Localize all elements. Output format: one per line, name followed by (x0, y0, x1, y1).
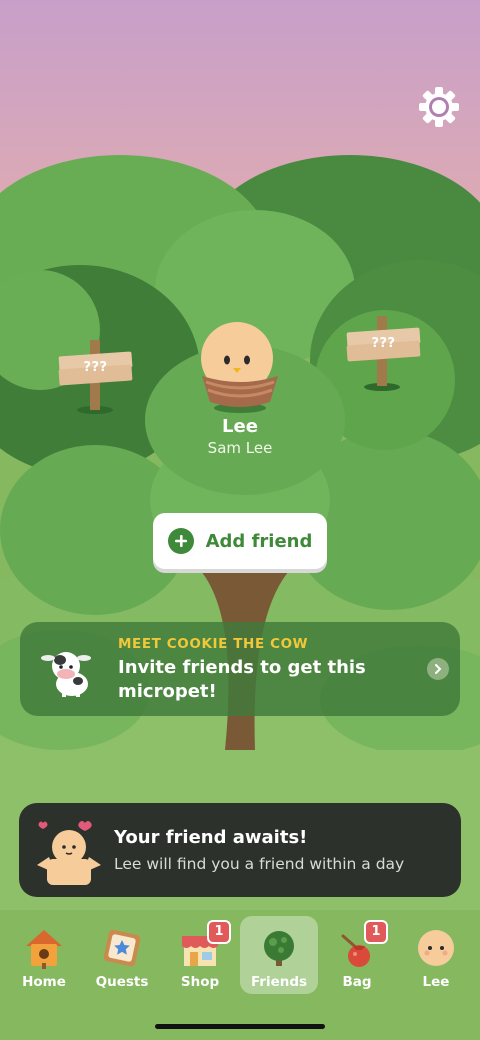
pet-face-icon (418, 930, 454, 966)
add-friend-label: Add friend (205, 530, 313, 552)
friend-awaits-banner: Your friend awaits! Lee will find you a … (19, 803, 461, 897)
invite-friends-banner[interactable]: MEET COOKIE THE COW Invite friends to ge… (20, 622, 460, 716)
tab-bag[interactable]: 1 Bag (318, 916, 396, 994)
shop-badge: 1 (207, 920, 231, 944)
tab-label: Bag (342, 974, 372, 990)
tab-home[interactable]: Home (5, 916, 83, 994)
tab-label: Friends (250, 974, 308, 990)
quest-map-icon (103, 929, 141, 967)
plus-icon (167, 528, 194, 554)
tree-icon (264, 931, 294, 966)
tab-profile[interactable]: Lee (397, 916, 475, 994)
chevron-right-icon[interactable] (427, 658, 449, 680)
tab-label: Quests (95, 974, 149, 990)
sign-text: ??? (83, 360, 108, 375)
bottom-tab-bar: Home Quests 1 Shop Friends 1 Bag Lee (0, 910, 480, 1040)
invite-kicker: MEET COOKIE THE COW (118, 636, 309, 652)
sign-text: ??? (371, 336, 396, 351)
invite-title: Invite friends to get this micropet! (118, 657, 366, 702)
tab-friends[interactable]: Friends (240, 916, 318, 994)
await-title: Your friend awaits! (114, 827, 308, 848)
mystery-sign-right: ??? (347, 332, 420, 358)
pet-in-nest[interactable] (196, 322, 284, 418)
cow-icon (41, 652, 91, 697)
tab-shop[interactable]: 1 Shop (161, 916, 239, 994)
add-friend-button[interactable]: Add friend (153, 513, 327, 569)
home-indicator[interactable] (155, 1024, 325, 1029)
pet-with-hearts-icon (37, 821, 101, 885)
settings-button[interactable] (416, 84, 462, 130)
tab-quests[interactable]: Quests (83, 916, 161, 994)
tab-label: Lee (422, 974, 450, 990)
pet-owner-name: Sam Lee (207, 439, 273, 457)
await-subtitle: Lee will find you a friend within a day (114, 855, 405, 873)
gear-icon (419, 87, 459, 127)
birdhouse-icon (26, 930, 62, 969)
mystery-sign-left: ??? (59, 356, 132, 382)
tab-label: Home (22, 974, 66, 990)
bag-badge: 1 (364, 920, 388, 944)
pet-name: Lee (222, 416, 258, 437)
tab-label: Shop (180, 974, 220, 990)
